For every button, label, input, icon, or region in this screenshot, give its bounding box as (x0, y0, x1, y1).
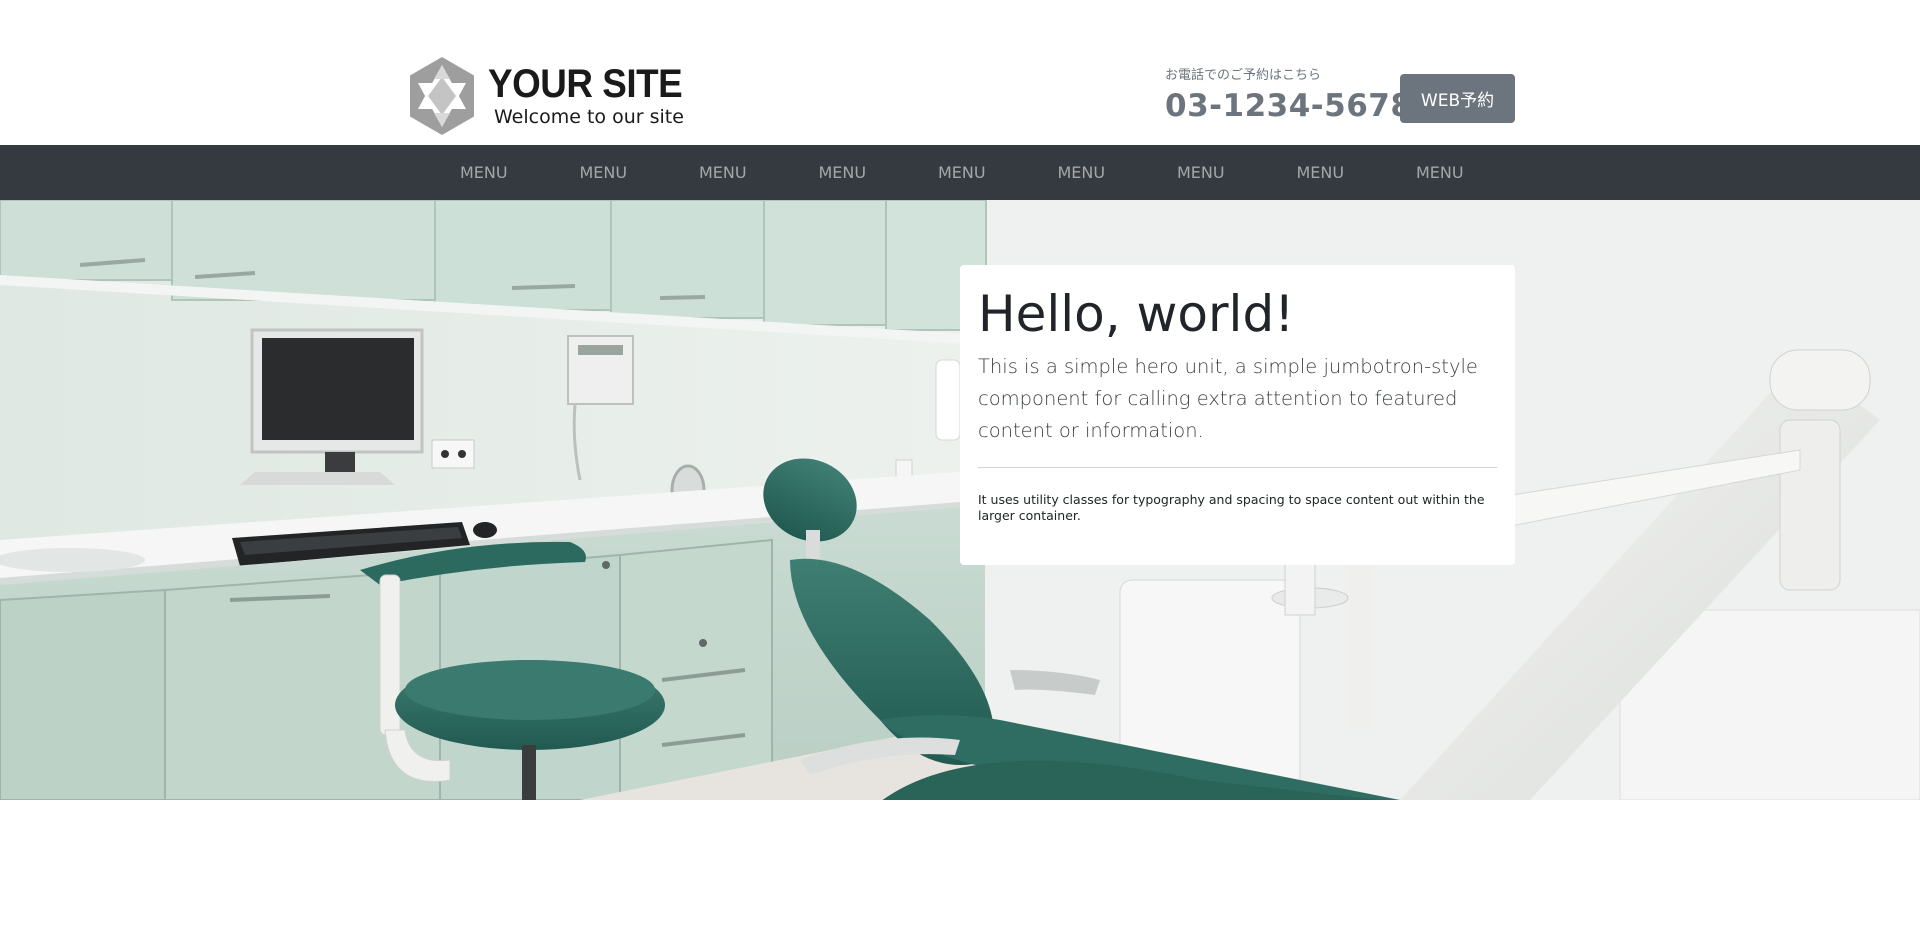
nav-item-6[interactable]: MENU (1022, 145, 1142, 200)
phone-caption: お電話でのご予約はこちら (1165, 68, 1322, 83)
hero-jumbotron: Hello, world! This is a simple hero unit… (960, 265, 1515, 565)
logo-hexagram-icon (410, 57, 474, 135)
main-navbar: MENU MENU MENU MENU MENU MENU MENU MENU … (0, 145, 1920, 200)
nav-item-4[interactable]: MENU (783, 145, 903, 200)
nav-item-7[interactable]: MENU (1141, 145, 1261, 200)
logo-title: YOUR SITE (488, 62, 683, 106)
nav-item-8[interactable]: MENU (1261, 145, 1381, 200)
web-reservation-button[interactable]: WEB予約 (1400, 74, 1515, 123)
nav-item-1[interactable]: MENU (424, 145, 544, 200)
hero-divider (978, 467, 1497, 468)
site-logo[interactable]: YOUR SITE Welcome to our site (404, 55, 694, 137)
nav-item-5[interactable]: MENU (902, 145, 1022, 200)
hero-body-text: It uses utility classes for typography a… (978, 492, 1485, 523)
logo-tagline: Welcome to our site (494, 106, 684, 128)
nav-menu: MENU MENU MENU MENU MENU MENU MENU MENU … (424, 145, 1500, 200)
phone-contact: お電話でのご予約はこちら 03-1234-5678 (1165, 68, 1412, 124)
hero-title: Hello, world! (978, 285, 1295, 343)
nav-item-3[interactable]: MENU (663, 145, 783, 200)
phone-number[interactable]: 03-1234-5678 (1165, 88, 1412, 124)
nav-item-9[interactable]: MENU (1380, 145, 1500, 200)
hero-section: Hello, world! This is a simple hero unit… (0, 200, 1920, 800)
nav-item-2[interactable]: MENU (544, 145, 664, 200)
site-header: YOUR SITE Welcome to our site お電話でのご予約はこ… (0, 0, 1920, 145)
hero-lead-text: This is a simple hero unit, a simple jum… (978, 355, 1478, 442)
